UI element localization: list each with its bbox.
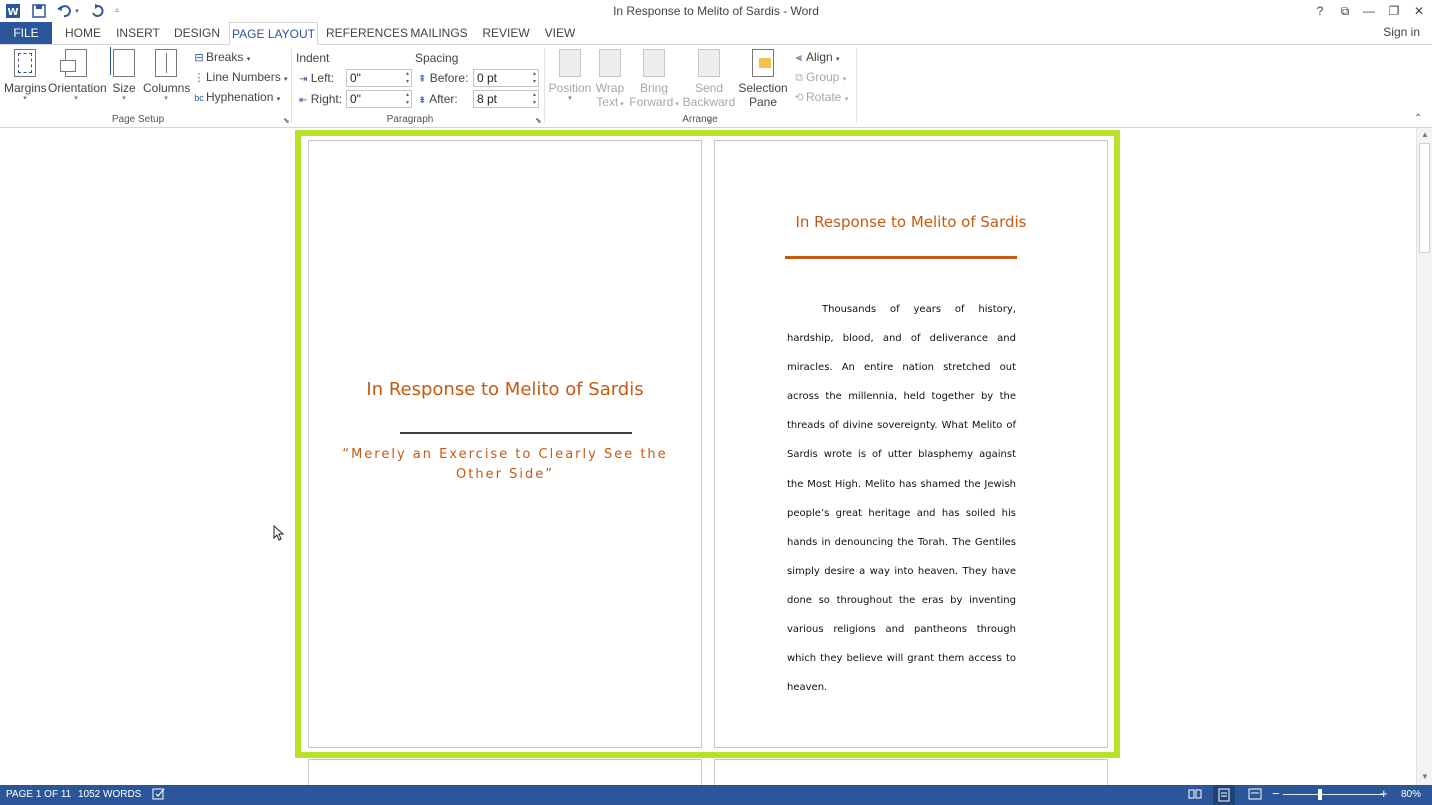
size-icon bbox=[110, 47, 135, 77]
spacing-before-input[interactable]: 0 pt ▴ ▾ bbox=[473, 69, 539, 87]
group-divider bbox=[856, 49, 857, 123]
bring-forward-icon bbox=[643, 49, 665, 77]
group-divider bbox=[544, 49, 545, 123]
spacing-after-input[interactable]: 8 pt ▴ ▾ bbox=[473, 90, 539, 108]
document-area[interactable]: In Response to Melito of Sardis “Merely … bbox=[0, 128, 1416, 785]
proofing-icon[interactable] bbox=[152, 787, 166, 804]
title-bar: W ▾ ⩡ In Response to Melito of Sardis - … bbox=[0, 0, 1432, 22]
position-button[interactable]: Position ▾ bbox=[548, 49, 592, 103]
word-count[interactable]: 1052 WORDS bbox=[78, 789, 141, 800]
line-numbers-button[interactable]: ⋮ Line Numbers ▾ bbox=[192, 70, 288, 84]
group-icon: ⧉ bbox=[795, 72, 803, 84]
wrap-text-icon bbox=[599, 49, 621, 77]
rotate-button[interactable]: ⟲ Rotate ▾ bbox=[792, 90, 848, 104]
zoom-slider[interactable] bbox=[1283, 794, 1383, 795]
spacing-label: Spacing bbox=[415, 51, 459, 65]
sign-in-link[interactable]: Sign in bbox=[1383, 25, 1420, 39]
wrap-text-button[interactable]: Wrap Text ▾ bbox=[592, 49, 628, 112]
indent-right-input[interactable]: 0" ▴ ▾ bbox=[346, 90, 412, 108]
indent-left-label: ⇥ Left: bbox=[299, 71, 335, 85]
page-setup-group-label: Page Setup bbox=[111, 114, 165, 125]
breaks-icon: ⊟ bbox=[194, 52, 204, 64]
indent-left-input[interactable]: 0" ▴ ▾ bbox=[346, 69, 412, 87]
collapse-ribbon-icon[interactable]: ⌃ bbox=[1414, 113, 1422, 124]
selection-highlight bbox=[295, 130, 1120, 758]
web-layout-icon[interactable] bbox=[1248, 787, 1262, 804]
tab-references[interactable]: REFERENCES bbox=[326, 22, 408, 44]
group-button[interactable]: ⧉ Group ▾ bbox=[792, 70, 846, 85]
group-divider bbox=[291, 49, 292, 123]
spacing-after-icon: ⇟ bbox=[418, 95, 427, 106]
indent-label: Indent bbox=[296, 51, 330, 65]
hyphenation-button[interactable]: bc Hyphenation ▾ bbox=[192, 90, 280, 104]
zoom-slider-thumb[interactable] bbox=[1318, 789, 1322, 800]
minimize-button[interactable]: — bbox=[1357, 2, 1381, 20]
mouse-cursor-icon bbox=[273, 524, 285, 544]
tab-home[interactable]: HOME bbox=[62, 22, 104, 44]
rotate-icon: ⟲ bbox=[794, 92, 804, 104]
tab-page-layout[interactable]: PAGE LAYOUT bbox=[229, 22, 318, 45]
line-numbers-icon: ⋮ bbox=[193, 72, 205, 84]
page-setup-launcher-icon[interactable]: ⬊ bbox=[283, 116, 290, 125]
ribbon-tabs: FILE HOME INSERT DESIGN PAGE LAYOUT REFE… bbox=[0, 22, 1432, 45]
tab-design[interactable]: DESIGN bbox=[172, 22, 222, 44]
zoom-out-button[interactable]: − bbox=[1272, 786, 1280, 801]
columns-icon bbox=[155, 49, 177, 77]
tab-review[interactable]: REVIEW bbox=[480, 22, 532, 44]
selection-pane-icon bbox=[752, 49, 774, 77]
help-button[interactable]: ? bbox=[1308, 2, 1332, 20]
page-4[interactable] bbox=[714, 759, 1108, 785]
scroll-up-icon[interactable]: ▲ bbox=[1419, 130, 1431, 139]
tab-mailings[interactable]: MAILINGS bbox=[408, 22, 470, 44]
zoom-in-button[interactable]: + bbox=[1380, 786, 1388, 801]
orientation-button[interactable]: Orientation ▾ bbox=[48, 49, 107, 103]
paragraph-launcher-icon[interactable]: ⬊ bbox=[535, 116, 542, 125]
tab-insert[interactable]: INSERT bbox=[114, 22, 162, 44]
hyphenation-icon: bc bbox=[194, 93, 204, 103]
window-title: In Response to Melito of Sardis - Word bbox=[613, 4, 819, 18]
tab-view[interactable]: VIEW bbox=[542, 22, 578, 44]
arrange-group-label: Arrange bbox=[682, 114, 718, 125]
margins-icon bbox=[14, 49, 36, 77]
columns-button[interactable]: Columns ▾ bbox=[143, 49, 190, 103]
print-layout-icon[interactable] bbox=[1213, 785, 1235, 805]
page-count[interactable]: PAGE 1 OF 11 bbox=[6, 789, 71, 800]
scrollbar-thumb[interactable] bbox=[1419, 143, 1430, 253]
align-icon: ⫷ bbox=[795, 52, 803, 64]
scroll-down-icon[interactable]: ▼ bbox=[1419, 772, 1431, 781]
zoom-level[interactable]: 80% bbox=[1401, 789, 1421, 800]
read-mode-icon[interactable] bbox=[1188, 787, 1202, 804]
indent-right-icon: ⇤ bbox=[299, 95, 308, 106]
align-button[interactable]: ⫷ Align ▾ bbox=[792, 50, 840, 65]
status-bar: PAGE 1 OF 11 1052 WORDS − + 80% bbox=[0, 785, 1432, 805]
orientation-icon bbox=[60, 49, 87, 77]
ribbon-display-options-button[interactable]: ⧉ bbox=[1333, 2, 1357, 20]
page-3[interactable] bbox=[308, 759, 702, 785]
paragraph-group-label: Paragraph bbox=[386, 114, 434, 125]
bring-forward-button[interactable]: Bring Forward ▾ bbox=[629, 49, 679, 112]
indent-right-label: ⇤ Right: bbox=[299, 92, 343, 106]
vertical-scrollbar[interactable]: ▲ ▼ bbox=[1416, 128, 1432, 785]
breaks-button[interactable]: ⊟ Breaks ▾ bbox=[192, 50, 250, 64]
send-backward-icon bbox=[698, 49, 720, 77]
size-button[interactable]: Size ▾ bbox=[108, 47, 140, 103]
indent-left-icon: ⇥ bbox=[299, 74, 308, 85]
ribbon: Margins ▾ Orientation ▾ Size ▾ Columns ▾… bbox=[0, 44, 1432, 128]
spacing-before-icon: ⇞ bbox=[418, 74, 427, 85]
selection-pane-button[interactable]: Selection Pane bbox=[738, 49, 788, 109]
position-icon bbox=[559, 49, 581, 77]
spacing-before-label: ⇞ Before: bbox=[418, 71, 469, 85]
restore-button[interactable]: ❐ bbox=[1382, 2, 1406, 20]
tab-file[interactable]: FILE bbox=[0, 22, 52, 44]
close-button[interactable]: ✕ bbox=[1407, 2, 1431, 20]
spacing-after-label: ⇟ After: bbox=[418, 92, 458, 106]
margins-button[interactable]: Margins ▾ bbox=[4, 49, 47, 103]
